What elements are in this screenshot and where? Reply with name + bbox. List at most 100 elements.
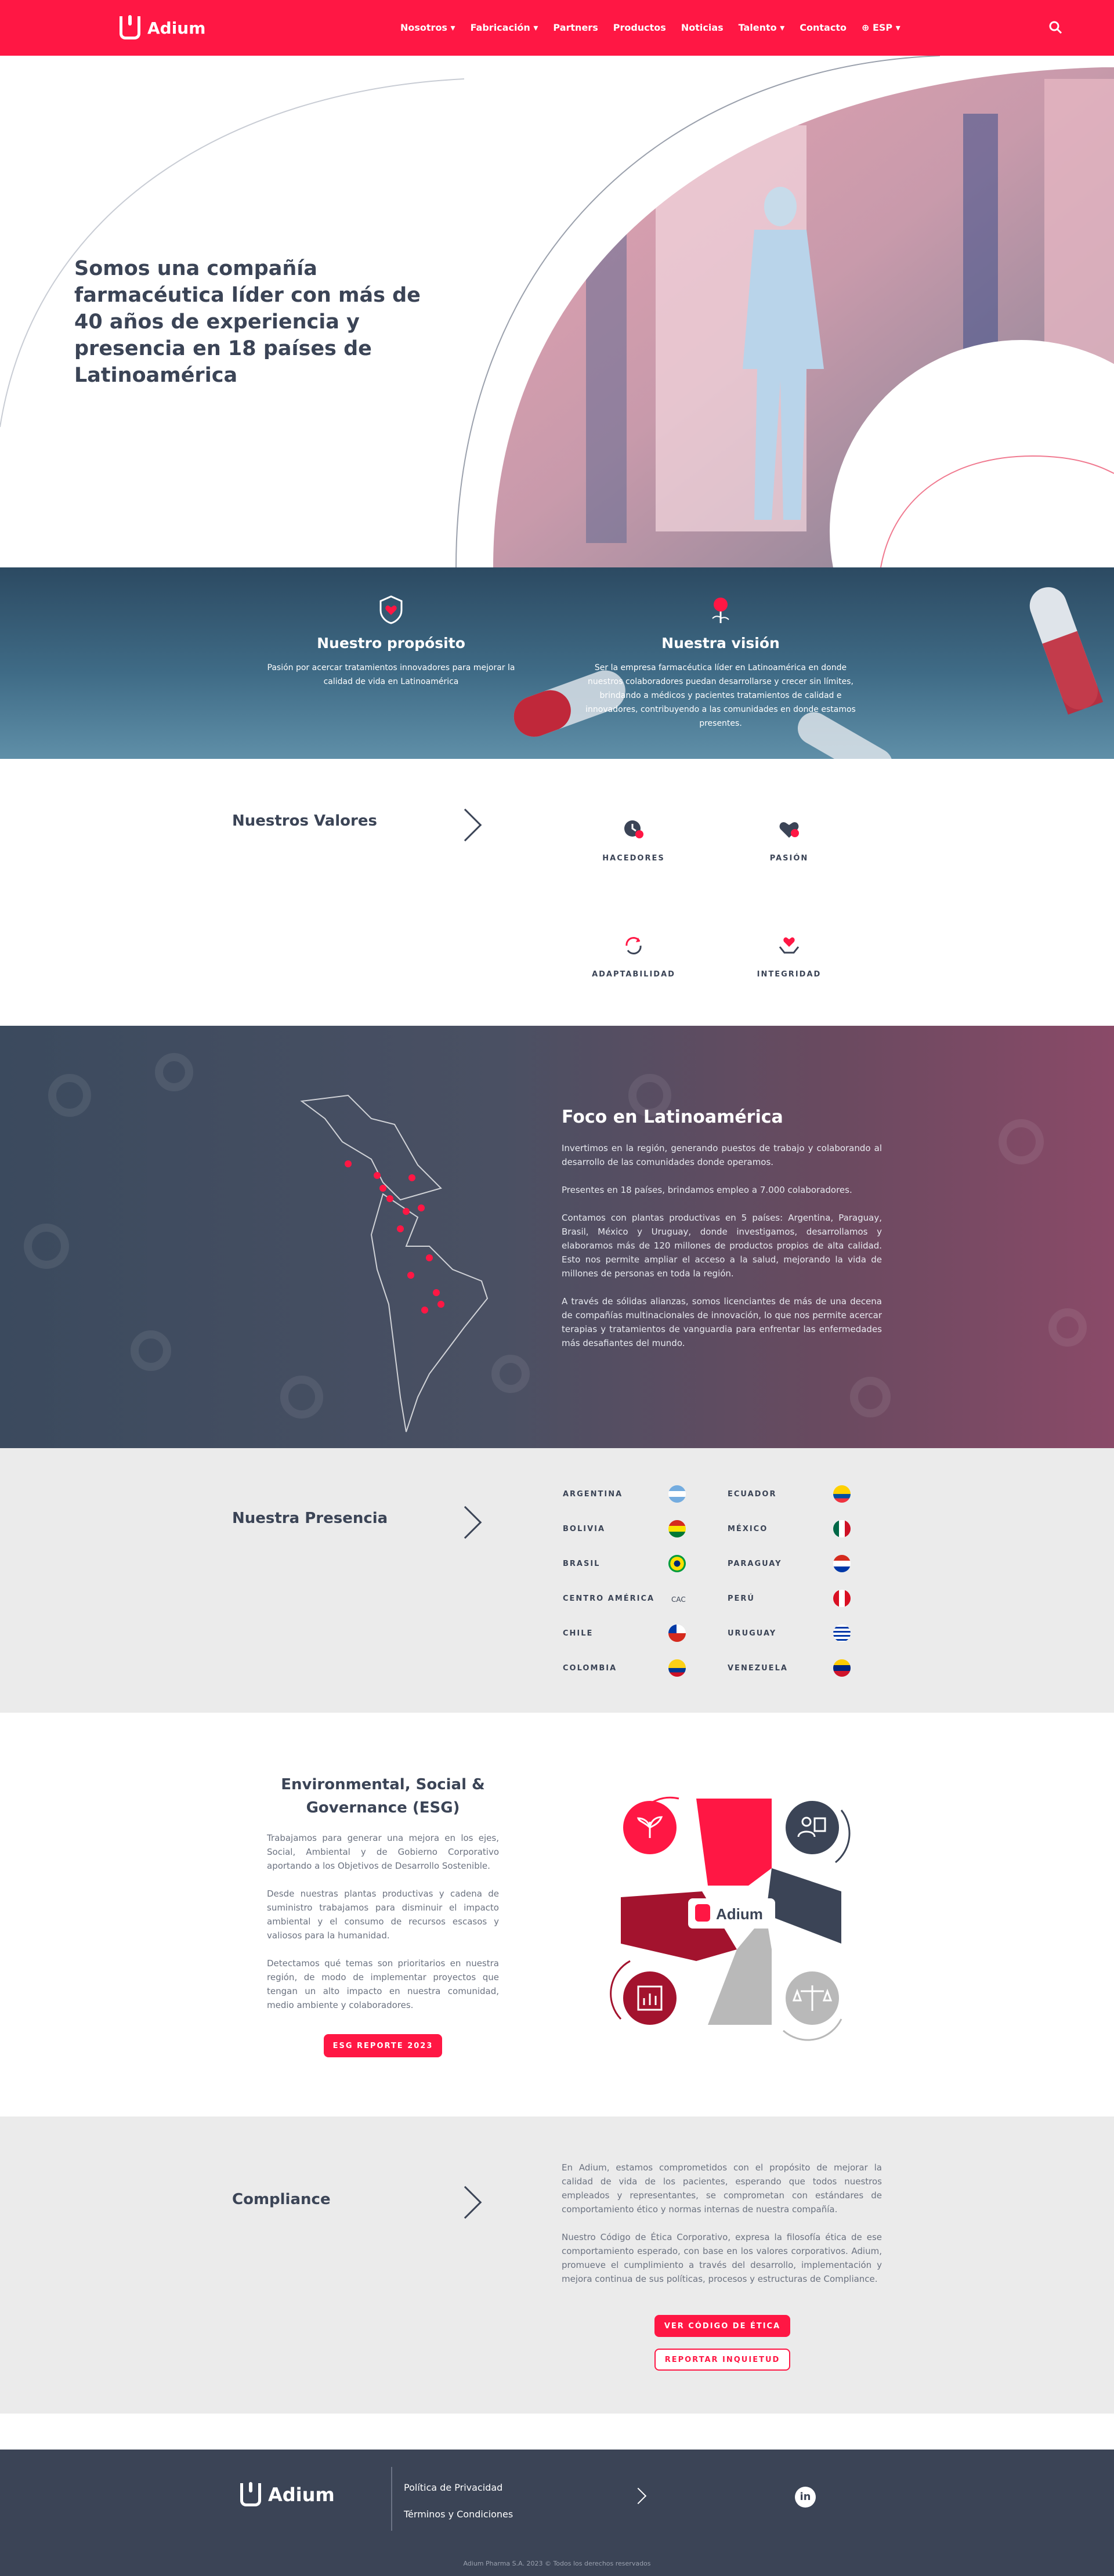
rose-icon [712,598,729,623]
privacy-policy-link[interactable]: Política de Privacidad [404,2482,502,2493]
flag-mexico-icon [833,1520,851,1537]
country-argentina[interactable]: ARGENTINA [563,1490,623,1499]
focus-title: Foco en Latinoamérica [562,1107,783,1127]
purpose-block: Nuestro propósito Pasión por acercar tra… [252,595,530,689]
value-label: INTEGRIDAD [757,970,822,979]
esg-paragraph: Desde nuestras plantas productivas y cad… [267,1888,499,1941]
esg-paragraph: Detectamos qué temas son prioritarios en… [267,1958,499,2010]
esg-text: Environmental, Social & Governance (ESG)… [267,1773,499,2026]
country-ecuador[interactable]: ECUADOR [728,1490,777,1499]
vision-title: Nuestra visión [661,635,780,652]
heart-icon [779,822,799,838]
hero-section: Somos una compañía farmacéutica líder co… [0,56,1114,567]
presence-title: Nuestra Presencia [232,1510,388,1527]
presence-section: Nuestra Presencia ARGENTINA BOLIVIA BRAS… [0,1448,1114,1713]
terms-link[interactable]: Términos y Condiciones [404,2509,513,2520]
vision-text: Ser la empresa farmacéutica líder en Lat… [585,663,856,728]
footer-divider [391,2467,392,2531]
value-label: ADAPTABILIDAD [592,970,675,979]
values-section: Nuestros Valores HACEDORES PASIÓN ADAPTA… [0,759,1114,1026]
flag-argentina-icon [668,1485,686,1503]
nav-fabricacion[interactable]: Fabricación ▾ [471,22,538,33]
value-pasion: PASIÓN [743,817,836,863]
copyright-text: Adium Pharma S.A. 2023 © Todos los derec… [463,2560,651,2567]
compliance-paragraph: Nuestro Código de Ética Corporativo, exp… [562,2232,882,2284]
flag-ecuador-icon [833,1485,851,1503]
country-venezuela[interactable]: VENEZUELA [728,1664,788,1673]
purpose-text: Pasión por acercar tratamientos innovado… [267,663,515,686]
country-bolivia[interactable]: BOLIVIA [563,1525,605,1533]
chevron-right-icon[interactable] [449,808,482,842]
country-brasil[interactable]: BRASIL [563,1560,600,1568]
site-footer: Adium Política de Privacidad Términos y … [0,2450,1114,2576]
globe-icon: ⊕ [861,22,870,33]
adium-logo-icon [240,2482,261,2506]
focus-paragraph: A través de sólidas alianzas, somos lice… [562,1296,882,1348]
nav-noticias[interactable]: Noticias [681,22,724,33]
country-colombia[interactable]: COLOMBIA [563,1664,617,1673]
value-integridad: INTEGRIDAD [743,933,836,979]
brand-name: Adium [147,18,206,38]
focus-paragraph: Presentes en 18 países, brindamos empleo… [562,1185,852,1195]
hands-heart-icon [779,937,800,954]
esg-paragraph: Trabajamos para generar una mejora en lo… [267,1833,499,1871]
focus-paragraph: Invertimos en la región, generando puest… [562,1143,882,1167]
values-title: Nuestros Valores [232,812,377,830]
chevron-right-icon[interactable] [630,2487,647,2505]
nav-partners[interactable]: Partners [553,22,598,33]
flag-peru-icon [833,1590,851,1607]
country-peru[interactable]: PERÚ [728,1594,755,1603]
country-paraguay[interactable]: PARAGUAY [728,1560,782,1568]
vision-block: Nuestra visión Ser la empresa farmacéuti… [581,595,860,730]
map-background [24,1053,1087,1432]
country-chile[interactable]: CHILE [563,1629,593,1638]
linkedin-icon[interactable]: in [795,2487,816,2508]
compliance-text: En Adium, estamos comprometidos con el p… [562,2161,882,2300]
clock-icon [624,820,643,838]
nav-talento[interactable]: Talento ▾ [739,22,785,33]
flag-paraguay-icon [833,1555,851,1572]
focus-paragraph: Contamos con plantas productivas en 5 pa… [562,1213,882,1279]
compliance-paragraph: En Adium, estamos comprometidos con el p… [562,2162,882,2215]
flag-brasil-icon [668,1555,686,1572]
esg-diagram-brand: Adium [716,1905,763,1923]
value-hacedores: HACEDORES [587,817,680,863]
value-label: HACEDORES [602,854,665,863]
adium-logo-icon [120,15,140,39]
refresh-icon [625,937,642,954]
purpose-vision-section: Nuestro propósito Pasión por acercar tra… [0,567,1114,759]
shield-heart-icon [379,595,403,624]
site-header: Adium Nosotros ▾ Fabricación ▾ Partners … [0,0,1114,56]
value-label: PASIÓN [769,854,809,863]
chevron-right-icon[interactable] [449,2186,482,2219]
esg-diagram: Adium [610,1790,851,2041]
flag-chile-icon [668,1625,686,1642]
country-mexico[interactable]: MÉXICO [728,1525,768,1533]
flag-venezuela-icon [833,1659,851,1677]
flag-colombia-icon [668,1659,686,1677]
nav-nosotros[interactable]: Nosotros ▾ [400,22,455,33]
search-icon[interactable] [1048,20,1064,36]
nav-productos[interactable]: Productos [613,22,666,33]
report-concern-button[interactable]: REPORTAR INQUIETUD [654,2349,790,2371]
esg-title: Environmental, Social & Governance (ESG) [281,1776,485,1817]
language-selector[interactable]: ⊕ ESP ▾ [862,22,900,33]
footer-logo[interactable]: Adium [240,2482,335,2506]
chevron-right-icon[interactable] [449,1506,482,1539]
esg-report-button[interactable]: ESG REPORTE 2023 [324,2034,442,2057]
value-adaptabilidad: ADAPTABILIDAD [587,933,680,979]
brand-logo[interactable]: Adium [120,15,206,39]
main-nav: Nosotros ▾ Fabricación ▾ Partners Produc… [400,22,900,33]
nav-contacto[interactable]: Contacto [800,22,847,33]
flag-uruguay-icon [833,1625,851,1642]
flag-cac-label: CAC [671,1595,686,1604]
purpose-title: Nuestro propósito [317,635,465,652]
country-centro-america[interactable]: CENTRO AMÉRICA [563,1594,654,1603]
flag-bolivia-icon [668,1520,686,1537]
capsules-background [513,587,1104,759]
esg-section [0,1713,1114,2116]
country-uruguay[interactable]: URUGUAY [728,1629,776,1638]
view-ethics-code-button[interactable]: VER CÓDIGO DE ÉTICA [654,2315,790,2337]
focus-section: Foco en Latinoamérica Invertimos en la r… [0,1026,1114,1448]
compliance-title: Compliance [232,2191,331,2208]
